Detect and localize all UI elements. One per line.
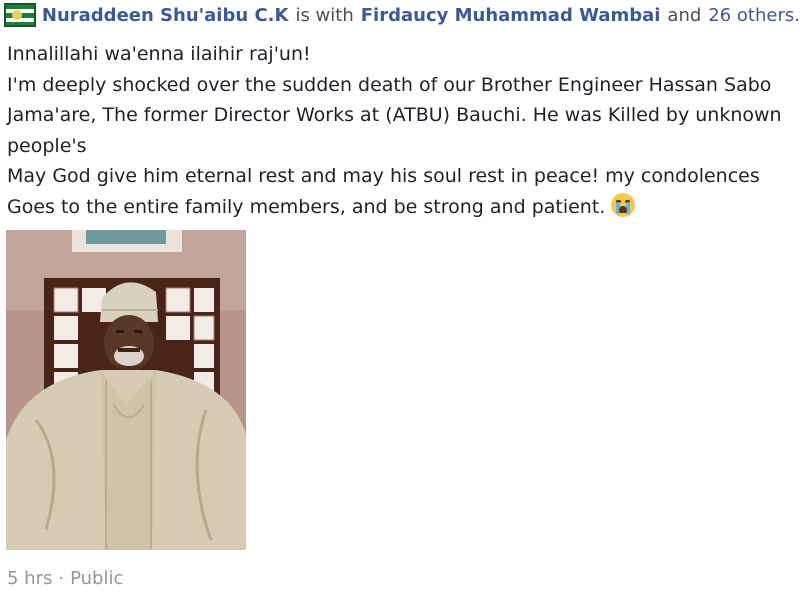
author-name-link[interactable]: Nuraddeen Shu'aibu C.K [42, 5, 289, 26]
man-portrait-image [6, 230, 246, 550]
post-line-last: Goes to the entire family members, and b… [7, 192, 793, 223]
post-line: people's [7, 134, 87, 157]
with-text: is with [295, 4, 354, 26]
post-line: Jama'are, The former Director Works at (… [7, 104, 782, 126]
post-meta: 5 hrs · Public [7, 568, 123, 589]
header-period: . [794, 4, 800, 26]
post-time-link[interactable]: 5 hrs [7, 568, 52, 589]
post-header: Nuraddeen Shu'aibu C.K is with Firdaucy … [0, 0, 800, 30]
crying-face-icon [611, 192, 636, 217]
and-text: and [667, 4, 702, 26]
post-message: Innalillahi wa'enna ilaihir raj'un! I'm … [7, 39, 793, 222]
author-avatar[interactable] [4, 3, 36, 27]
post-line-text: Goes to the entire family members, and b… [7, 195, 606, 218]
post-line: May God give him eternal rest and may hi… [7, 165, 760, 187]
privacy-label[interactable]: Public [70, 568, 123, 589]
meta-separator: · [58, 568, 65, 589]
post-line: I'm deeply shocked over the sudden death… [7, 73, 772, 96]
post-photo[interactable] [6, 230, 246, 550]
others-link[interactable]: 26 others [708, 5, 794, 26]
tagged-friend-link[interactable]: Firdaucy Muhammad Wambai [361, 5, 661, 26]
post-line: Innalillahi wa'enna ilaihir raj'un! [7, 43, 311, 65]
facebook-post: Nuraddeen Shu'aibu C.K is with Firdaucy … [0, 0, 800, 596]
